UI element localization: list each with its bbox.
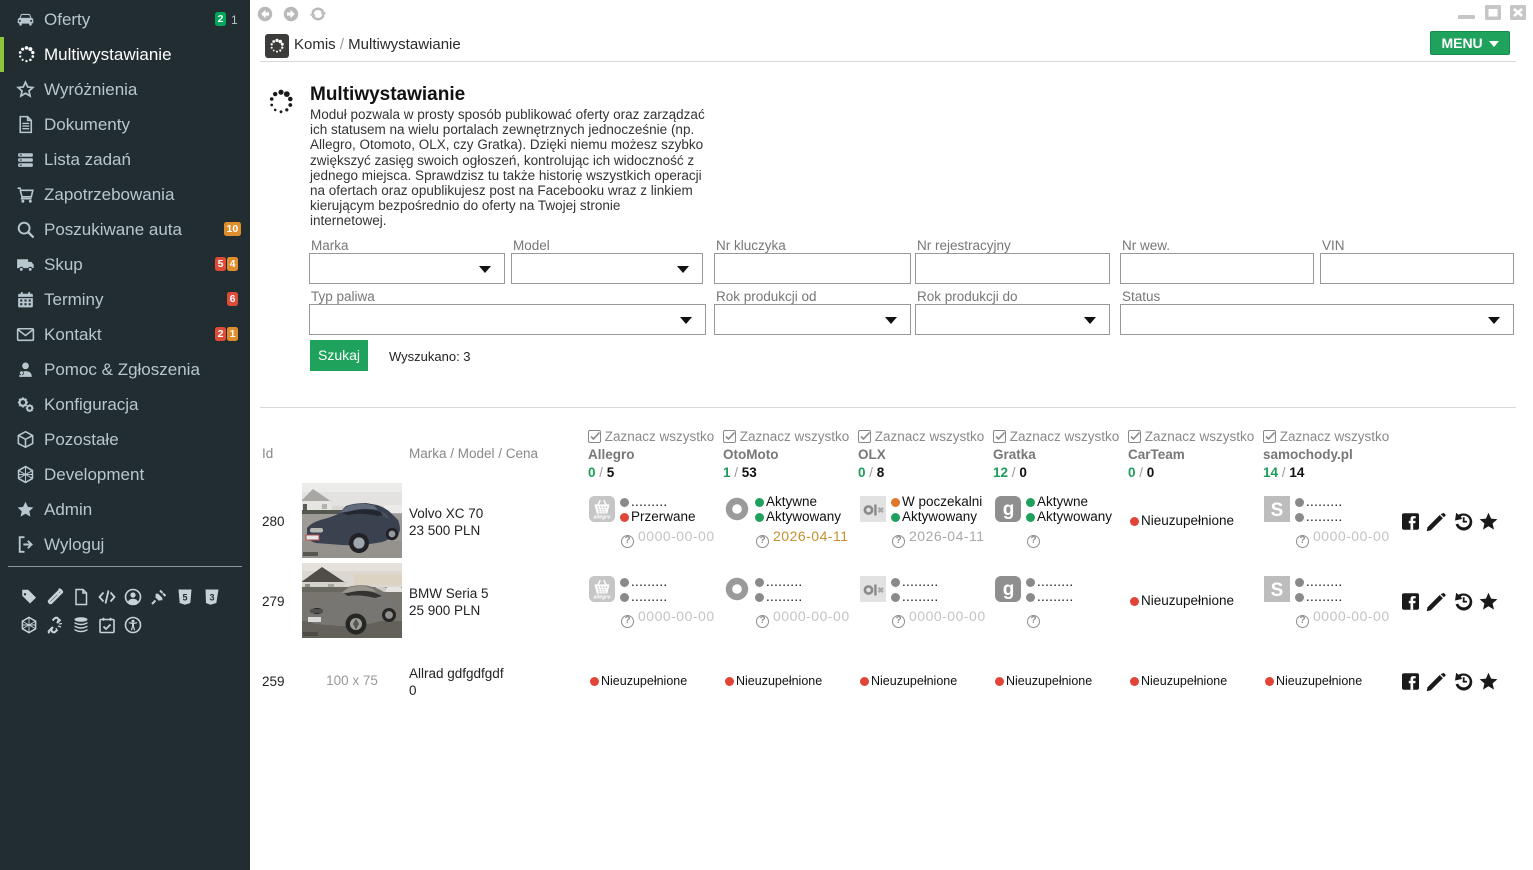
svg-text:S: S [1271, 580, 1284, 601]
svg-text:allegro: allegro [593, 515, 610, 521]
svg-text:g: g [1003, 579, 1015, 600]
svg-text:allegro: allegro [593, 595, 610, 601]
svg-text:5: 5 [182, 593, 187, 603]
svg-text:g: g [1003, 499, 1015, 520]
svg-text:3: 3 [209, 593, 214, 603]
svg-text:S: S [1271, 500, 1284, 521]
